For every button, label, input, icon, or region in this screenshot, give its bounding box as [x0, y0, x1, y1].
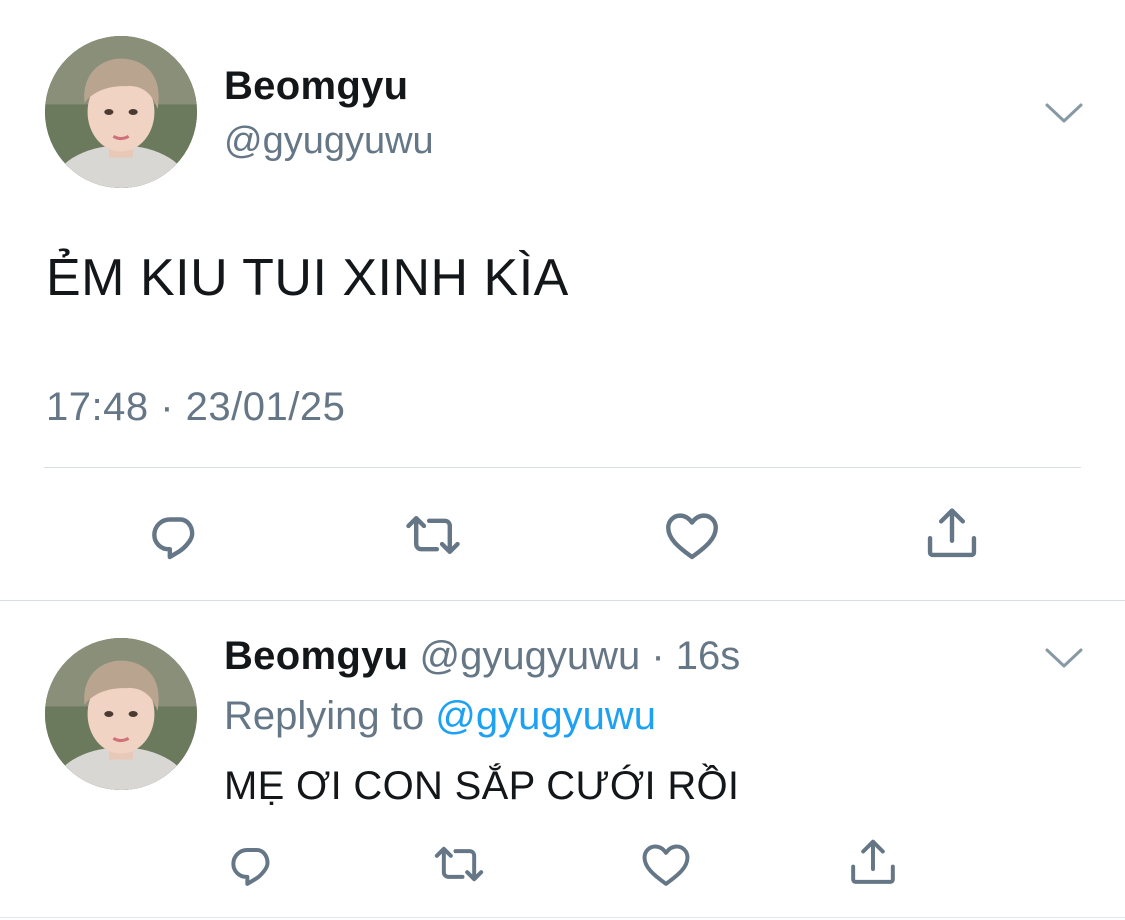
share-icon: [921, 502, 983, 564]
reply-button[interactable]: [220, 832, 284, 896]
heart-icon: [638, 836, 694, 892]
tweet-text: ẺM KIU TUI XINH KÌA: [46, 249, 569, 307]
like-button[interactable]: [634, 832, 698, 896]
heart-icon: [661, 504, 723, 566]
avatar[interactable]: [45, 638, 197, 790]
retweet-icon: [431, 836, 487, 892]
replying-to: Replying to @gyugyuwu: [224, 694, 656, 739]
avatar[interactable]: [45, 36, 197, 188]
like-button[interactable]: [657, 500, 727, 570]
reply-icon: [144, 504, 206, 566]
user-handle[interactable]: @gyugyuwu: [224, 120, 434, 163]
avatar-image: [45, 36, 197, 188]
divider: [0, 917, 1125, 918]
share-button[interactable]: [841, 830, 905, 894]
reply-icon: [224, 836, 280, 892]
chevron-down-icon[interactable]: [1044, 645, 1084, 671]
replying-to-link[interactable]: @gyugyuwu: [435, 694, 656, 738]
retweet-button[interactable]: [427, 832, 491, 896]
chevron-down-icon[interactable]: [1044, 100, 1084, 126]
retweet-button[interactable]: [398, 500, 468, 570]
user-handle[interactable]: @gyugyuwu: [419, 634, 640, 678]
separator: ·: [651, 634, 665, 678]
retweet-icon: [402, 504, 464, 566]
divider: [44, 467, 1081, 468]
share-icon: [845, 834, 901, 890]
display-name[interactable]: Beomgyu: [224, 634, 408, 678]
reply-header: Beomgyu @gyugyuwu · 16s: [224, 634, 740, 679]
display-name[interactable]: Beomgyu: [224, 64, 408, 109]
reply-button[interactable]: [140, 500, 210, 570]
divider: [0, 600, 1125, 601]
tweet-timestamp[interactable]: 17:48 · 23/01/25: [46, 385, 345, 430]
tweet-age[interactable]: 16s: [676, 634, 741, 678]
share-button[interactable]: [917, 498, 987, 568]
avatar-image: [45, 638, 197, 790]
tweet-text: MẸ ƠI CON SẮP CƯỚI RỒI: [224, 764, 740, 808]
replying-to-label: Replying to: [224, 694, 425, 738]
